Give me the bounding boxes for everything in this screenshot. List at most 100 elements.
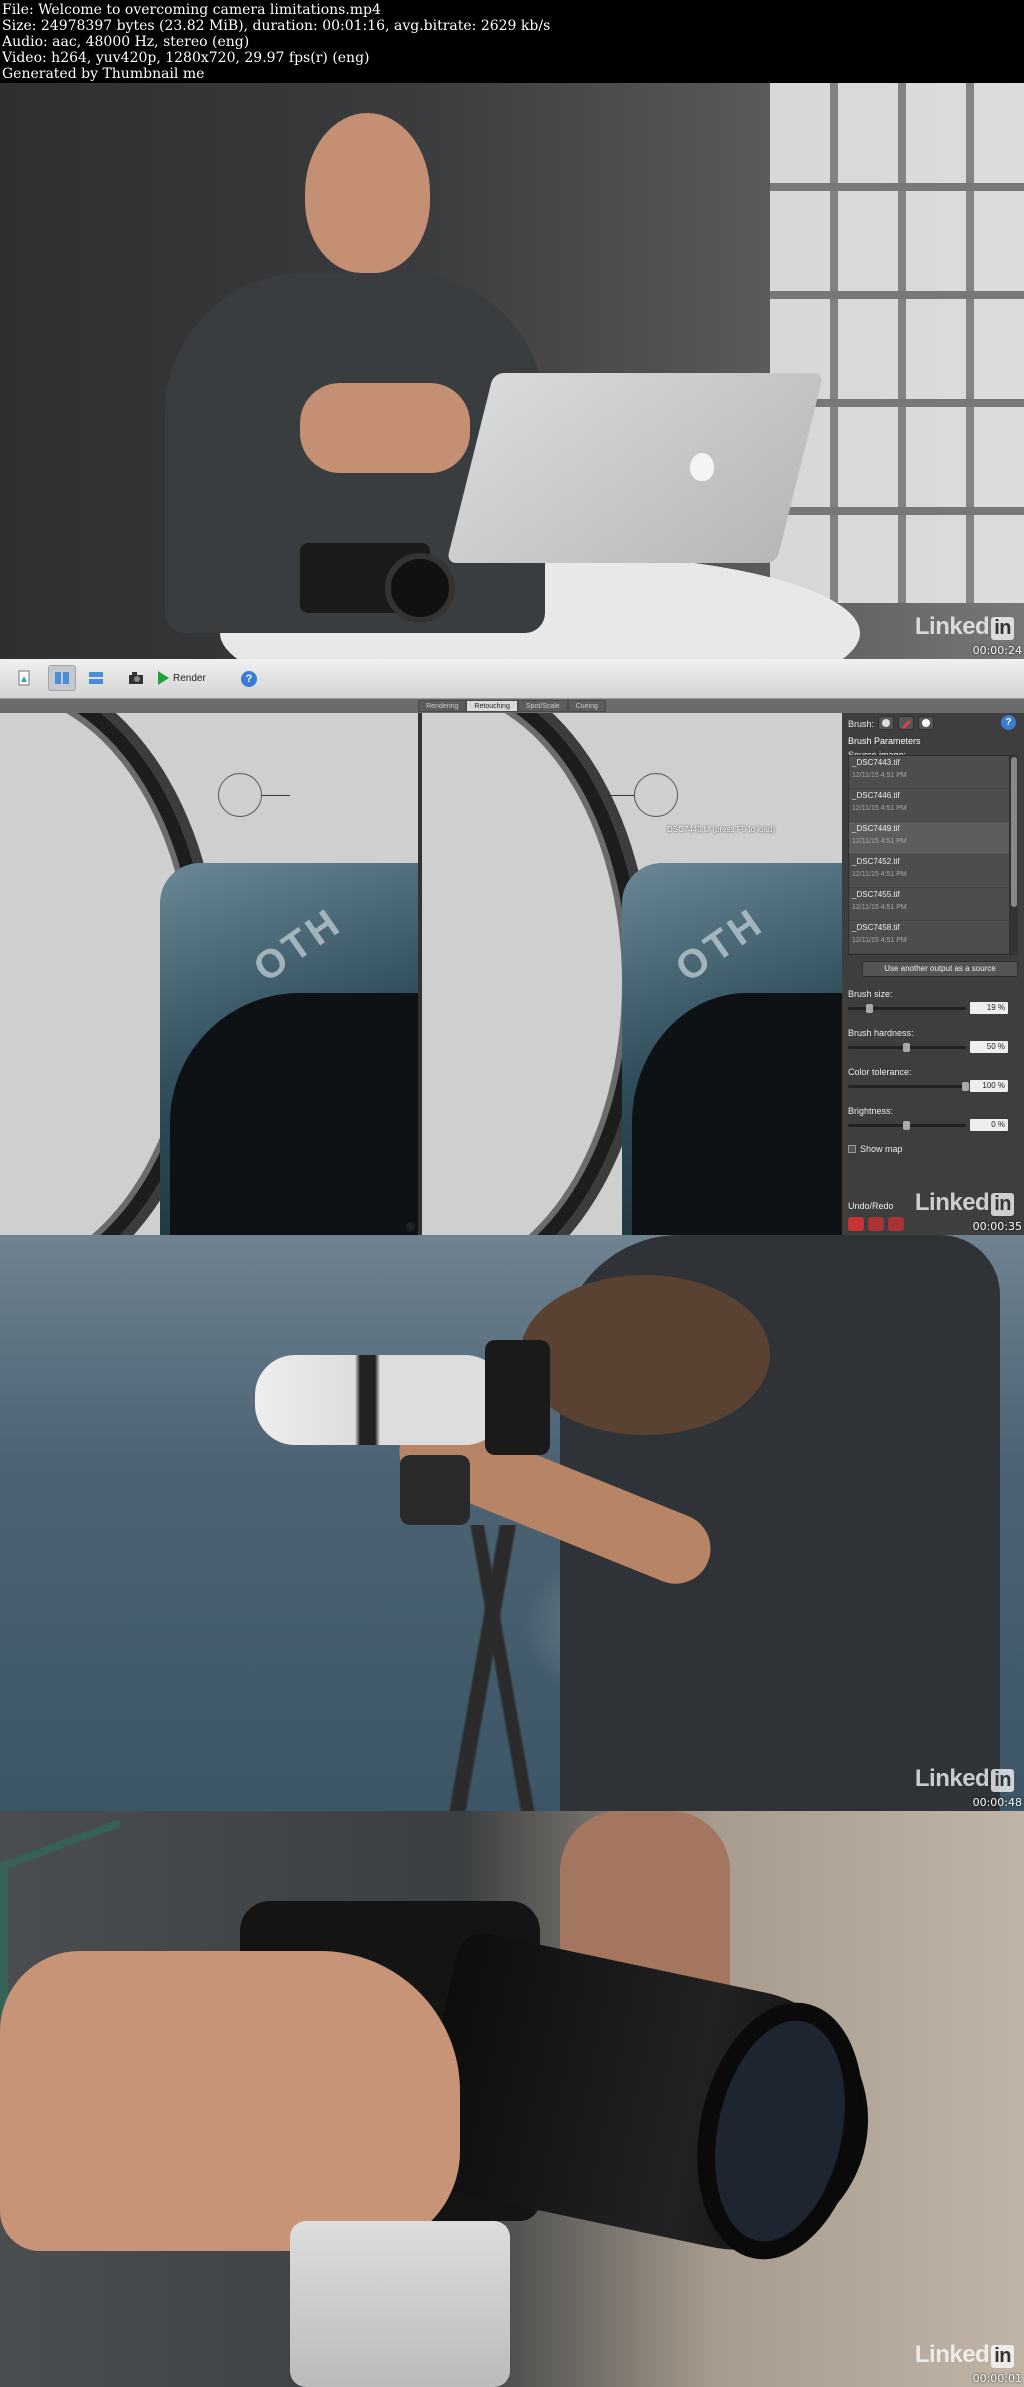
panel-help-icon[interactable]: ? (1001, 715, 1016, 730)
eraser-icon (922, 719, 930, 727)
linkedin-watermark: Linked in (915, 2341, 1014, 2369)
help-icon[interactable]: ? (241, 671, 257, 687)
list-item[interactable]: _DSC7452.tif 12/11/15 4:51 PM (849, 855, 1009, 888)
camera-tool-button[interactable] (122, 665, 150, 691)
show-map-label: Show map (860, 1144, 903, 1154)
file-name: File: Welcome to overcoming camera limit… (2, 2, 381, 18)
linkedin-watermark: Linked in (915, 613, 1014, 641)
linkedin-watermark: Linked in (915, 1189, 1014, 1217)
tab-cueing[interactable]: Cueing (567, 700, 606, 712)
reset-button[interactable] (888, 1217, 904, 1231)
video-frame-3: Linked in 00:00:48 (0, 1235, 1024, 1811)
source-list-scrollbar[interactable] (1010, 755, 1018, 955)
slider-knob[interactable] (866, 1004, 874, 1013)
color-tolerance-value[interactable]: 100 % (970, 1080, 1008, 1092)
viewer-hint: DSC7440.tif (press F9 to load) (667, 825, 776, 834)
list-item[interactable]: _DSC7458.tif 12/11/15 4:51 PM (849, 921, 1009, 954)
file-size: Size: 24978397 bytes (23.82 MiB), durati… (2, 18, 551, 34)
undo-button[interactable] (848, 1217, 864, 1231)
document-icon (18, 670, 30, 686)
lens-ring (422, 713, 642, 1235)
brush-params-heading: Brush Parameters (848, 736, 921, 746)
open-file-button[interactable] (10, 665, 38, 691)
source-viewer[interactable]: OTH (0, 713, 418, 1235)
timestamp: 00:00:35 (972, 1220, 1022, 1233)
slider-knob[interactable] (962, 1082, 969, 1091)
app-toolbar: Render ? (0, 659, 1024, 699)
hand (0, 1951, 460, 2251)
telephoto-lens (255, 1355, 505, 1445)
video-info: Video: h264, yuv420p, 1280x720, 29.97 fp… (2, 50, 370, 66)
brightness-slider[interactable] (848, 1121, 966, 1130)
show-map-checkbox[interactable] (848, 1145, 856, 1153)
brush-size-slider[interactable] (848, 1004, 966, 1013)
video-frame-1: Linked in 00:00:24 (0, 83, 1024, 659)
brush-label: Brush: (848, 719, 875, 729)
eraser-tool[interactable] (918, 716, 934, 730)
brush-cursor (218, 773, 262, 817)
scroll-thumb[interactable] (1011, 757, 1017, 907)
photographer-head (520, 1275, 770, 1435)
split-view-icon (55, 672, 69, 684)
window-bars (770, 83, 1024, 603)
render-button[interactable]: Render (158, 667, 206, 689)
color-tolerance-label: Color tolerance: (848, 1067, 912, 1077)
clone-brush-tool[interactable] (878, 716, 894, 730)
generator-info: Generated by Thumbnail me (2, 66, 205, 82)
tripod-legs (390, 1525, 610, 1811)
heal-brush-tool[interactable] (898, 716, 914, 730)
render-label: Render (173, 672, 206, 684)
video-frame-4: Linked in 00:00:01 (0, 1811, 1024, 2387)
brush-size-label: Brush size: (848, 989, 893, 999)
brush-size-value[interactable]: 19 % (970, 1002, 1008, 1014)
tripod-head (290, 2221, 510, 2387)
undo-redo-label: Undo/Redo (848, 1201, 894, 1211)
redo-button[interactable] (868, 1217, 884, 1231)
split-view-button[interactable] (48, 665, 76, 691)
slider-knob[interactable] (903, 1121, 910, 1130)
tab-spot-scale[interactable]: Spot/Scale (517, 700, 568, 712)
play-icon (158, 671, 169, 685)
tripod-head (400, 1455, 470, 1525)
linkedin-watermark: Linked in (915, 1765, 1014, 1793)
mouse-cursor (406, 1222, 415, 1231)
pencil-icon (902, 720, 911, 729)
tab-retouching[interactable]: Retouching (466, 700, 518, 712)
list-item[interactable]: _DSC7443.tif 12/11/15 4:51 PM (849, 756, 1009, 789)
tab-rendering[interactable]: Rendering (418, 700, 467, 712)
clone-arrow (608, 795, 634, 796)
brush-hardness-value[interactable]: 50 % (970, 1041, 1008, 1053)
list-item[interactable]: _DSC7455.tif 12/11/15 4:51 PM (849, 888, 1009, 921)
audio-info: Audio: aac, 48000 Hz, stereo (eng) (2, 34, 250, 50)
timestamp: 00:00:01 (972, 2372, 1022, 2385)
laptop (446, 373, 824, 563)
source-image-list[interactable]: _DSC7443.tif 12/11/15 4:51 PM _DSC7446.ti… (848, 755, 1010, 955)
mode-tabs: Rendering Retouching Spot/Scale Cueing (0, 699, 1024, 713)
color-tolerance-slider[interactable] (848, 1082, 969, 1091)
retouch-panel: Brush: ? Brush Parameters Source image: … (842, 713, 1024, 1235)
use-output-as-source-button[interactable]: Use another output as a source (862, 961, 1018, 977)
brightness-value[interactable]: 0 % (970, 1119, 1008, 1131)
brightness-label: Brightness: (848, 1106, 894, 1116)
presenter-hands (300, 383, 470, 473)
brush-hardness-label: Brush hardness: (848, 1028, 914, 1038)
list-item[interactable]: _DSC7446.tif 12/11/15 4:51 PM (849, 789, 1009, 822)
presenter-head (305, 113, 430, 273)
timestamp: 00:00:48 (972, 1796, 1022, 1809)
clone-arrow (262, 795, 290, 796)
brush-cursor (634, 773, 678, 817)
camera-lens (385, 553, 455, 623)
laptop-logo (690, 453, 714, 481)
camera-icon (129, 672, 143, 684)
output-viewer[interactable]: OTH DSC7440.tif (press F9 to load) (422, 713, 842, 1235)
brush-hardness-slider[interactable] (848, 1043, 966, 1052)
video-frame-2: Render ? Rendering Retouching Spot/Scale… (0, 659, 1024, 1235)
stacked-view-button[interactable] (82, 665, 110, 691)
stacked-view-icon (89, 672, 103, 684)
timestamp: 00:00:24 (972, 644, 1022, 657)
file-info-header: File: Welcome to overcoming camera limit… (0, 0, 1024, 83)
list-item-selected[interactable]: _DSC7449.tif 12/11/15 4:51 PM (849, 822, 1009, 855)
slider-knob[interactable] (903, 1043, 910, 1052)
camera-body (485, 1340, 550, 1455)
brush-icon (882, 719, 890, 727)
